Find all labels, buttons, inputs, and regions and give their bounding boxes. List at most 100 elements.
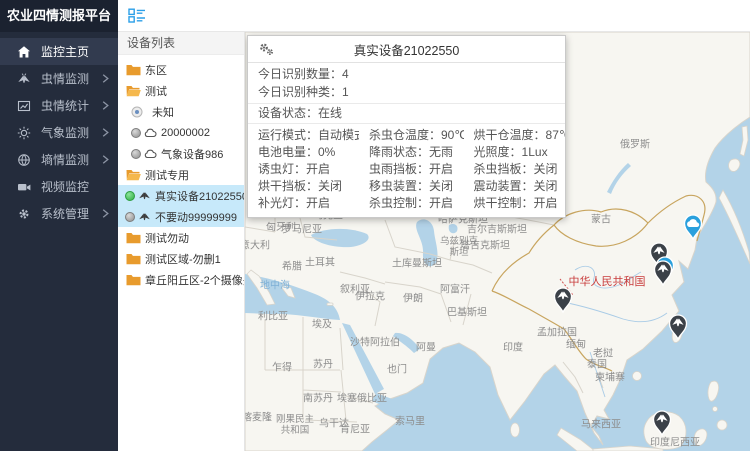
device-marker-cloud-1[interactable]: [682, 212, 704, 240]
tree-node-label: 20000002: [161, 127, 210, 139]
popup-detail-cell: 诱虫灯：开启: [248, 161, 359, 178]
tree-node-zhangqiu-2-cameras[interactable]: 章丘阳丘区-2个摄像头: [118, 269, 244, 290]
device-marker-bug-5[interactable]: [651, 408, 673, 436]
sidebar-item-insect-monitoring[interactable]: 虫情监测: [0, 65, 118, 92]
sidebar-item-system-management[interactable]: 系统管理: [0, 200, 118, 227]
device-marker-bug-2[interactable]: [652, 258, 674, 286]
tree-node-test-area-no-delete-1[interactable]: 测试区域-勿删1: [118, 248, 244, 269]
content: 设备列表 东区测试未知20000002气象设备986测试专用真实设备210225…: [118, 32, 750, 451]
moth-icon: [16, 71, 31, 86]
popup-detail-grid: 运行模式：自动模式杀虫仓温度：90℃烘干仓温度：87℃ 电池电量：0%降雨状态：无…: [248, 124, 565, 217]
home-icon: [16, 44, 31, 59]
map[interactable]: 俄罗斯蒙古哈萨克斯坦乌兹别克斯坦土库曼斯坦吉尔吉斯斯坦塔吉克斯坦中华人民共和国乌…: [245, 32, 750, 451]
tree-node-label: 东区: [145, 62, 167, 78]
status-dot-gray: [131, 128, 141, 138]
device-tree: 东区测试未知 20000002 气象设备986 测试专用真实设备21022550 不要动…: [118, 55, 244, 290]
tree-node-test[interactable]: 测试: [118, 80, 244, 101]
tree-node-unknown[interactable]: 未知: [118, 101, 244, 122]
bug-device-icon: [138, 210, 151, 223]
popup-detail-cell: 杀虫挡板：关闭: [464, 161, 565, 178]
popup-detail-cell: 电池电量：0%: [248, 144, 359, 161]
tree-node-label: 测试: [145, 83, 167, 99]
chevron-right-icon: [102, 74, 109, 83]
popup-summary: 今日识别数量：4今日识别种类：1: [248, 63, 565, 104]
status-dot-gray: [125, 212, 135, 222]
tree-node-east-district[interactable]: 东区: [118, 59, 244, 80]
tree-node-label: 测试专用: [145, 167, 189, 183]
folder-open-icon: [126, 85, 141, 97]
tree-node-label: 气象设备986: [161, 146, 223, 162]
sidebar-item-weather-monitoring[interactable]: 气象监测: [0, 119, 118, 146]
popup-detail-cell: 虫雨挡板：开启: [359, 161, 464, 178]
topbar: [118, 0, 750, 32]
tree-node-device-20000002[interactable]: 20000002: [118, 122, 244, 143]
popup-detail-cell: 烘干仓温度：87℃: [464, 127, 565, 144]
sidebar-nav: 监控主页虫情监测虫情统计气象监测墒情监测视频监控系统管理: [0, 32, 118, 227]
tree-node-do-not-move-99999999[interactable]: 不要动99999999: [118, 206, 244, 227]
device-marker-bug-4[interactable]: [667, 312, 689, 340]
status-dot-green: [125, 191, 135, 201]
sidebar-item-video-surveillance[interactable]: 视频监控: [0, 173, 118, 200]
popup-detail-cell: 光照度：1Lux: [464, 144, 565, 161]
bug-device-icon: [138, 189, 151, 202]
layout-list-icon[interactable]: [128, 8, 146, 24]
tree-node-label: 真实设备21022550: [155, 188, 244, 204]
popup-detail-cell: 移虫装置：关闭: [359, 178, 464, 195]
popup-detail-cell: 降雨状态：无雨: [359, 144, 464, 161]
globe-icon: [16, 152, 31, 167]
popup-detail-cell: 补光灯：开启: [248, 195, 359, 212]
sidebar-item-label: 气象监测: [41, 124, 102, 141]
popup-summary-row: 今日识别数量：4: [248, 65, 565, 83]
folder-closed-icon: [126, 274, 141, 286]
popup-detail-cell: 杀虫仓温度：90℃: [359, 127, 464, 144]
tree-node-label: 不要动99999999: [155, 209, 237, 225]
popup-summary-row: 今日识别种类：1: [248, 83, 565, 101]
status-dot-gray: [131, 149, 141, 159]
sidebar-item-soil-moisture-monitoring[interactable]: 墒情监测: [0, 146, 118, 173]
device-info-popup: 真实设备21022550 今日识别数量：4今日识别种类：1 设备状态：在线 运行…: [247, 35, 566, 218]
tree-node-test-no-touch[interactable]: 测试勿动: [118, 227, 244, 248]
popup-detail-cell: 震动装置：关闭: [464, 178, 565, 195]
sidebar-item-label: 虫情监测: [41, 70, 102, 87]
main-area: 设备列表 东区测试未知20000002气象设备986测试专用真实设备210225…: [118, 0, 750, 451]
device-list-title: 设备列表: [118, 32, 244, 55]
sidebar-item-monitoring-home[interactable]: 监控主页: [0, 38, 118, 65]
gears-icon[interactable]: [258, 41, 275, 57]
chevron-right-icon: [102, 128, 109, 137]
tree-node-test-dedicated[interactable]: 测试专用: [118, 164, 244, 185]
sidebar-item-label: 视频监控: [41, 178, 118, 195]
line-chart-icon: [16, 98, 31, 113]
weather-device-icon: [144, 148, 157, 159]
tree-node-weather-device-986[interactable]: 气象设备986: [118, 143, 244, 164]
sun-icon: [16, 125, 31, 140]
popup-header: 真实设备21022550: [248, 36, 565, 63]
tree-node-real-device-21022550[interactable]: 真实设备21022550: [118, 185, 244, 206]
chevron-right-icon: [102, 209, 109, 218]
popup-detail-cell: 烘干挡板：关闭: [248, 178, 359, 195]
tree-node-label: 章丘阳丘区-2个摄像头: [145, 272, 244, 288]
sidebar-item-label: 虫情统计: [41, 97, 102, 114]
folder-closed-icon: [126, 232, 141, 244]
popup-title: 真实设备21022550: [248, 40, 565, 59]
popup-detail-cell: 杀虫控制：开启: [359, 195, 464, 212]
popup-detail-cell: 烘干控制：开启: [464, 195, 565, 212]
tree-node-label: 测试区域-勿删1: [145, 251, 221, 267]
sidebar: 农业四情测报平台 监控主页虫情监测虫情统计气象监测墒情监测视频监控系统管理: [0, 0, 118, 451]
app-title: 农业四情测报平台: [0, 0, 118, 32]
gear-icon: [16, 206, 31, 221]
sidebar-item-insect-statistics[interactable]: 虫情统计: [0, 92, 118, 119]
device-list-panel: 设备列表 东区测试未知 20000002 气象设备986 测试专用真实设备210225…: [118, 32, 245, 451]
sidebar-item-label: 监控主页: [41, 43, 118, 60]
device-marker-bug-3[interactable]: [552, 285, 574, 313]
device-status-row: 设备状态：在线: [248, 104, 565, 124]
folder-closed-icon: [126, 64, 141, 76]
popup-detail-cell: 运行模式：自动模式: [248, 127, 359, 144]
app-window: 农业四情测报平台 监控主页虫情监测虫情统计气象监测墒情监测视频监控系统管理 设备…: [0, 0, 750, 451]
sidebar-item-label: 系统管理: [41, 205, 102, 222]
sidebar-item-label: 墒情监测: [41, 151, 102, 168]
chevron-right-icon: [102, 101, 109, 110]
folder-open-icon: [126, 169, 141, 181]
chevron-right-icon: [102, 155, 109, 164]
tree-node-label: 测试勿动: [145, 230, 189, 246]
weather-device-icon: [144, 127, 157, 138]
